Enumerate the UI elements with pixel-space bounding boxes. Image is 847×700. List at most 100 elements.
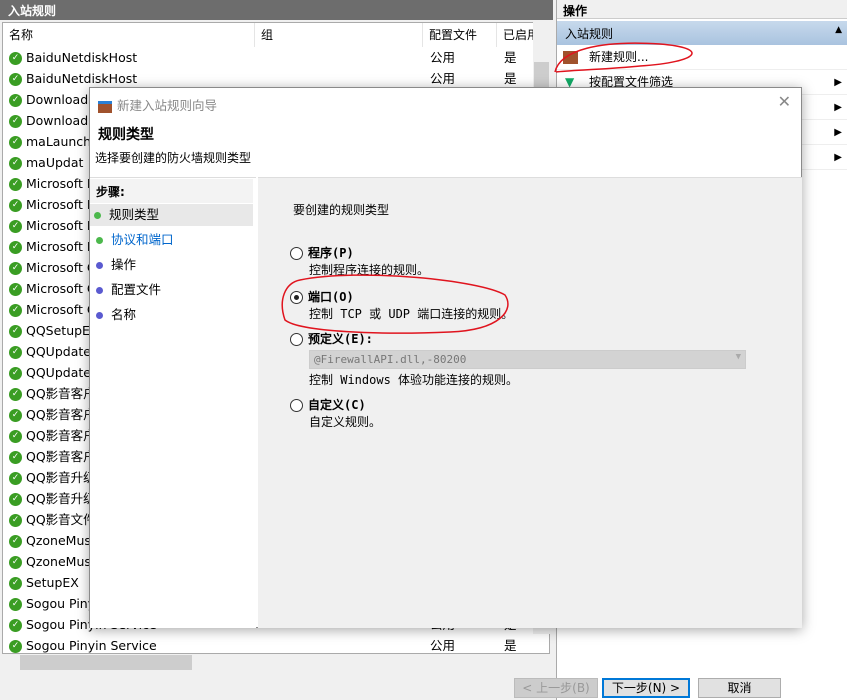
actions-section-inbound[interactable]: 入站规则 ▲ [557, 21, 847, 45]
enabled-check-icon: ✓ [9, 409, 22, 422]
rule-name: Microsoft L [26, 176, 94, 191]
option-desc: 控制 Windows 体验功能连接的规则。 [309, 373, 519, 387]
column-group[interactable]: 组 [255, 23, 423, 47]
step-label: 协议和端口 [111, 232, 174, 247]
enabled-check-icon: ✓ [9, 115, 22, 128]
new-rule-icon [563, 51, 578, 64]
table-row[interactable]: ✓ BaiduNetdiskHost 公用 是 [9, 47, 529, 68]
enabled-check-icon: ✓ [9, 556, 22, 569]
enabled-check-icon: ✓ [9, 535, 22, 548]
new-rule-action[interactable]: 新建规则... [557, 45, 847, 70]
radio-predefined[interactable] [290, 333, 303, 346]
dialog-title-text: 新建入站规则向导 [117, 98, 218, 113]
table-row[interactable]: ✓ BaiduNetdiskHost 公用 是 [9, 68, 529, 89]
rule-name: Microsoft C [26, 260, 96, 275]
section-label: 入站规则 [565, 27, 614, 41]
radio-program[interactable] [290, 247, 303, 260]
enabled-check-icon: ✓ [9, 304, 22, 317]
option-desc: 控制 TCP 或 UDP 端口连接的规则。 [309, 307, 514, 321]
enabled-check-icon: ✓ [9, 577, 22, 590]
column-enabled[interactable]: 已启用 [497, 23, 537, 47]
rule-name: QQ影音文件 [26, 512, 96, 527]
option-predefined[interactable]: 预定义(E): [290, 330, 373, 347]
rule-name: QQSetupEX [26, 323, 99, 338]
next-button[interactable]: 下一步(N) > [602, 678, 690, 698]
enabled-check-icon: ✓ [9, 598, 22, 611]
rule-enabled: 是 [504, 638, 517, 653]
step-name: 名称 [96, 304, 253, 326]
radio-port[interactable] [290, 291, 303, 304]
rule-name: Microsoft C [26, 302, 96, 317]
step-profile: 配置文件 [96, 279, 253, 301]
column-name[interactable]: 名称 [3, 23, 255, 47]
step-dot-icon [96, 262, 103, 269]
rule-name: QQ影音客户 [26, 407, 96, 422]
page-subtitle: 选择要创建的防火墙规则类型 [95, 151, 252, 165]
enabled-check-icon: ✓ [9, 94, 22, 107]
enabled-check-icon: ✓ [9, 262, 22, 275]
close-icon[interactable]: ✕ [778, 92, 791, 111]
horizontal-scrollbar[interactable] [3, 654, 550, 671]
new-rule-label: 新建规则... [589, 50, 649, 64]
back-button[interactable]: < 上一步(B) [514, 678, 598, 698]
cancel-button[interactable]: 取消 [698, 678, 781, 698]
rule-name: Microsoft C [26, 281, 96, 296]
actions-title: 操作 [557, 0, 847, 19]
rule-name: QzoneMus [26, 554, 91, 569]
enabled-check-icon: ✓ [9, 220, 22, 233]
option-port[interactable]: 端口(O) 控制 TCP 或 UDP 端口连接的规则。 [290, 288, 513, 322]
enabled-check-icon: ✓ [9, 640, 22, 653]
rule-name: BaiduNetdiskHost [26, 50, 138, 65]
rule-name: QQ影音客户 [26, 449, 96, 464]
steps-title: 步骤: [90, 179, 253, 203]
option-desc: 控制程序连接的规则。 [309, 263, 430, 277]
enabled-check-icon: ✓ [9, 178, 22, 191]
step-rule-type: 规则类型 [90, 204, 253, 226]
step-label: 配置文件 [111, 282, 162, 297]
enabled-check-icon: ✓ [9, 346, 22, 359]
column-profile[interactable]: 配置文件 [423, 23, 497, 47]
firewall-icon [98, 100, 112, 113]
option-custom[interactable]: 自定义(C) 自定义规则。 [290, 396, 381, 430]
table-row[interactable]: ✓ Sogou Pinyin Service 公用 是 [9, 635, 529, 653]
rule-name: Sogou Pinyin Service [26, 638, 157, 653]
enabled-check-icon: ✓ [9, 430, 22, 443]
step-protocol-port[interactable]: 协议和端口 [96, 229, 253, 251]
rule-name: DownloadS [26, 92, 97, 107]
rule-name: QQ影音升级 [26, 470, 96, 485]
option-program[interactable]: 程序(P) 控制程序连接的规则。 [290, 244, 429, 278]
page-heading: 规则类型 [98, 127, 154, 143]
dialog-title: 新建入站规则向导 [98, 95, 217, 114]
step-dot-icon [96, 287, 103, 294]
predefined-dropdown: @FirewallAPI.dll,-80200 ▼ [309, 350, 746, 369]
collapse-icon: ▲ [835, 25, 842, 35]
enabled-check-icon: ✓ [9, 136, 22, 149]
step-label: 操作 [111, 257, 137, 272]
new-inbound-rule-wizard: 新建入站规则向导 ✕ 规则类型 选择要创建的防火墙规则类型 步骤: 规则类型 协… [89, 87, 802, 698]
enabled-check-icon: ✓ [9, 157, 22, 170]
rule-name: DownloadS [26, 113, 97, 128]
rule-enabled: 是 [504, 50, 517, 65]
inbound-rules-title: 入站规则 [0, 0, 553, 20]
rule-enabled: 是 [504, 71, 517, 86]
rule-name: BaiduNetdiskHost [26, 71, 138, 86]
step-dot-icon [96, 237, 103, 244]
enabled-check-icon: ✓ [9, 388, 22, 401]
rule-profile: 公用 [430, 50, 456, 65]
rule-type-content: 要创建的规则类型 程序(P) 控制程序连接的规则。 端口(O) 控制 TCP 或 U… [258, 177, 802, 698]
rule-name: maUpdat [26, 155, 84, 170]
radio-custom[interactable] [290, 399, 303, 412]
enabled-check-icon: ✓ [9, 52, 22, 65]
rule-name: QQUpdate [26, 344, 91, 359]
enabled-check-icon: ✓ [9, 619, 22, 632]
enabled-check-icon: ✓ [9, 241, 22, 254]
rule-profile: 公用 [430, 638, 456, 653]
submenu-arrow-icon: ▶ [834, 102, 842, 113]
enabled-check-icon: ✓ [9, 283, 22, 296]
rule-profile: 公用 [430, 71, 456, 86]
option-desc: 自定义规则。 [309, 415, 382, 429]
step-action: 操作 [96, 254, 253, 276]
enabled-check-icon: ✓ [9, 493, 22, 506]
enabled-check-icon: ✓ [9, 199, 22, 212]
steps-panel: 步骤: 规则类型 协议和端口 操作 配置文件 名称 [90, 177, 256, 628]
